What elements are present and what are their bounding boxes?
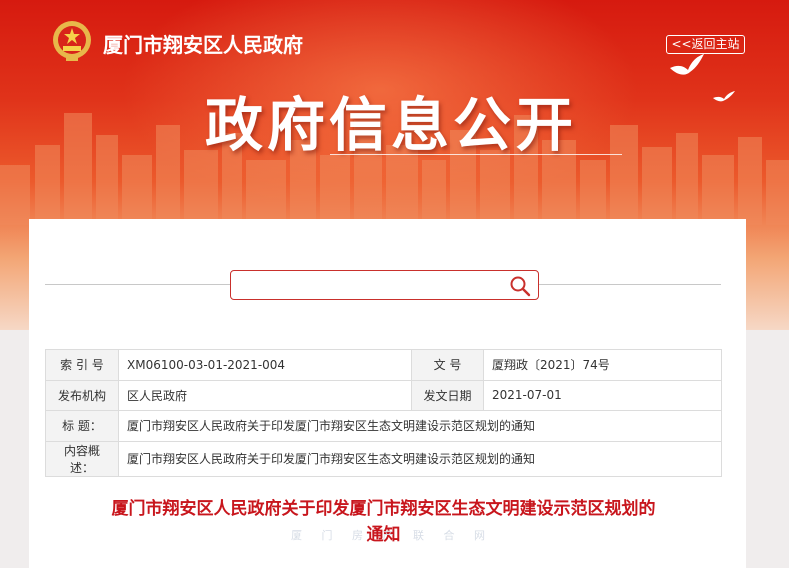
org-value: 区人民政府 [118,379,412,411]
search-box[interactable] [230,270,539,300]
watermark: 厦 门 房 产 联 合 网 [291,529,493,542]
title-value: 厦门市翔安区人民政府关于印发厦门市翔安区生态文明建设示范区规划的通知 [118,410,722,442]
title-underline [330,154,622,155]
table-row: 内容概述： 厦门市翔安区人民政府关于印发厦门市翔安区生态文明建设示范区规划的通知 [45,440,722,477]
org-label: 发布机构 [45,379,119,411]
dove-icon [670,54,704,75]
summary-label: 内容概述： [45,440,119,477]
page-title: 政府信息公开 [205,91,578,159]
table-row: 标 题： 厦门市翔安区人民政府关于印发厦门市翔安区生态文明建设示范区规划的通知 [45,410,722,442]
document-meta-table: 索 引 号 XM06100-03-01-2021-004 文 号 厦翔政〔202… [45,349,722,477]
document-title-line1: 厦门市翔安区人民政府关于印发厦门市翔安区生态文明建设示范区规划的 [111,499,656,519]
table-row: 发布机构 区人民政府 发文日期 2021-07-01 [45,379,722,411]
date-label: 发文日期 [411,379,484,411]
national-emblem-icon [53,21,91,61]
index-label: 索 引 号 [45,349,119,381]
docno-value: 厦翔政〔2021〕74号 [483,349,722,381]
search-icon[interactable] [509,275,531,297]
docno-label: 文 号 [411,349,484,381]
dove-small-icon [713,91,735,102]
table-row: 索 引 号 XM06100-03-01-2021-004 文 号 厦翔政〔202… [45,349,722,381]
title-label: 标 题： [45,410,119,442]
index-value: XM06100-03-01-2021-004 [118,349,412,381]
search-input[interactable] [237,275,497,295]
site-name[interactable]: 厦门市翔安区人民政府 [103,29,303,58]
date-value: 2021-07-01 [483,379,722,411]
summary-value: 厦门市翔安区人民政府关于印发厦门市翔安区生态文明建设示范区规划的通知 [118,440,722,477]
return-home-link[interactable]: <<返回主站 [666,35,745,54]
